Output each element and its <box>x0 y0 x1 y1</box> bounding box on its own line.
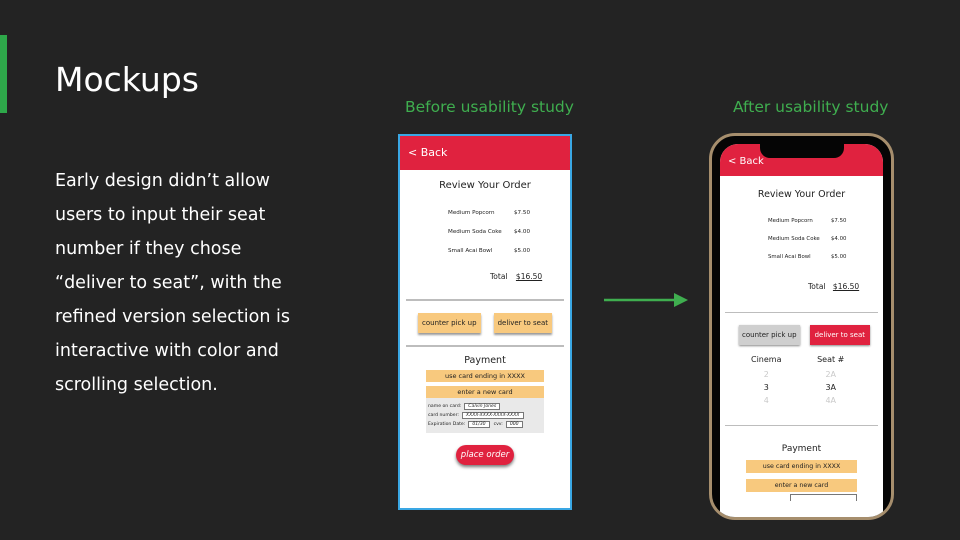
item-name: Medium Soda Coke <box>768 236 820 242</box>
seat-header: Seat # <box>817 355 845 364</box>
picker-option[interactable]: 2A <box>801 370 861 379</box>
item-price: $7.50 <box>831 218 847 224</box>
review-title: Review Your Order <box>439 180 531 191</box>
list-item: Medium Popcorn $7.50 <box>448 203 570 222</box>
payment-title: Payment <box>781 444 822 454</box>
deliver-to-seat-button[interactable]: deliver to seat <box>809 325 870 345</box>
card-form: name on card: Calvin Jones card number: … <box>426 398 544 433</box>
slide-title: Mockups <box>55 60 199 99</box>
list-item: Small Acai Bowl $5.00 <box>448 241 570 260</box>
new-card-button[interactable]: enter a new card <box>746 479 857 492</box>
use-card-button[interactable]: use card ending in XXXX <box>426 370 544 382</box>
list-item: Medium Soda Coke $4.00 <box>448 222 570 241</box>
picker-option[interactable]: 4 <box>736 396 796 405</box>
list-item: Small Acai Bowl $5.00 <box>768 248 883 266</box>
order-items: Medium Popcorn $7.50 Medium Soda Coke $4… <box>400 203 570 260</box>
cinema-header: Cinema <box>751 355 782 364</box>
picker-option[interactable]: 4A <box>801 396 861 405</box>
cvv-field[interactable]: 000 <box>505 421 523 428</box>
item-name: Small Acai Bowl <box>448 247 493 254</box>
order-total: Total $16.50 <box>808 282 883 291</box>
phone-screen: < Back Review Your Order Medium Popcorn … <box>720 144 883 517</box>
picker-option[interactable]: 2 <box>736 370 796 379</box>
item-price: $5.00 <box>831 254 847 260</box>
order-total: Total $16.50 <box>490 272 570 281</box>
total-value: $16.50 <box>832 282 860 291</box>
phone-notch <box>759 144 844 158</box>
item-price: $4.00 <box>514 228 531 235</box>
seat-picker[interactable]: Cinema 2 3 4 Seat # 2A 3A 4A <box>720 355 883 409</box>
deliver-to-seat-button[interactable]: deliver to seat <box>493 313 552 333</box>
after-label: After usability study <box>733 98 889 116</box>
name-label: name on card: <box>428 404 462 409</box>
item-price: $7.50 <box>514 209 531 216</box>
picker-selected-option[interactable]: 3A <box>801 383 861 392</box>
card-number-label: card number: <box>428 413 459 418</box>
list-item: Medium Soda Coke $4.00 <box>768 230 883 248</box>
item-name: Medium Popcorn <box>768 218 813 224</box>
divider <box>725 425 878 426</box>
accent-bar <box>0 35 7 113</box>
before-header: < Back <box>400 136 570 170</box>
item-price: $4.00 <box>831 236 847 242</box>
divider <box>406 299 564 301</box>
card-number-field[interactable]: XXXX-XXXX-XXXX-XXXX <box>461 412 524 419</box>
divider <box>725 312 878 313</box>
picker-selected-option[interactable]: 3 <box>736 383 796 392</box>
back-button[interactable]: < Back <box>728 156 764 167</box>
name-field[interactable]: Calvin Jones <box>464 403 501 410</box>
cvv-label: cvv: <box>493 422 503 427</box>
before-mockup: < Back Review Your Order Medium Popcorn … <box>398 134 572 510</box>
cinema-picker[interactable]: Cinema 2 3 4 <box>736 355 796 409</box>
total-label: Total <box>490 272 508 281</box>
counter-pickup-button[interactable]: counter pick up <box>739 325 800 345</box>
use-card-button[interactable]: use card ending in XXXX <box>746 460 857 473</box>
item-name: Small Acai Bowl <box>768 254 811 260</box>
item-name: Medium Soda Coke <box>448 228 502 235</box>
back-button[interactable]: < Back <box>408 146 447 159</box>
divider <box>406 345 564 347</box>
place-order-button[interactable]: place order <box>456 445 514 465</box>
expiration-label: Expiration Date: <box>428 422 466 427</box>
counter-pickup-button[interactable]: counter pick up <box>418 313 481 333</box>
card-form-peek <box>790 494 857 501</box>
before-label: Before usability study <box>405 98 574 116</box>
list-item: Medium Popcorn $7.50 <box>768 212 883 230</box>
after-phone-mockup: < Back Review Your Order Medium Popcorn … <box>709 133 894 520</box>
payment-title: Payment <box>464 355 506 366</box>
delivery-options: counter pick up deliver to seat <box>400 313 570 333</box>
new-card-button[interactable]: enter a new card <box>426 386 544 398</box>
item-price: $5.00 <box>514 247 531 254</box>
slide-body-text: Early design didn’t allow users to input… <box>55 171 290 395</box>
total-label: Total <box>808 282 826 291</box>
expiration-field[interactable]: 01/30 <box>468 421 490 428</box>
arrow-right-icon <box>604 293 688 307</box>
total-value: $16.50 <box>515 272 543 281</box>
delivery-options: counter pick up deliver to seat <box>720 325 883 345</box>
review-title: Review Your Order <box>757 189 846 200</box>
item-name: Medium Popcorn <box>448 209 495 216</box>
seat-number-picker[interactable]: Seat # 2A 3A 4A <box>801 355 861 409</box>
order-items: Medium Popcorn $7.50 Medium Soda Coke $4… <box>720 212 883 266</box>
